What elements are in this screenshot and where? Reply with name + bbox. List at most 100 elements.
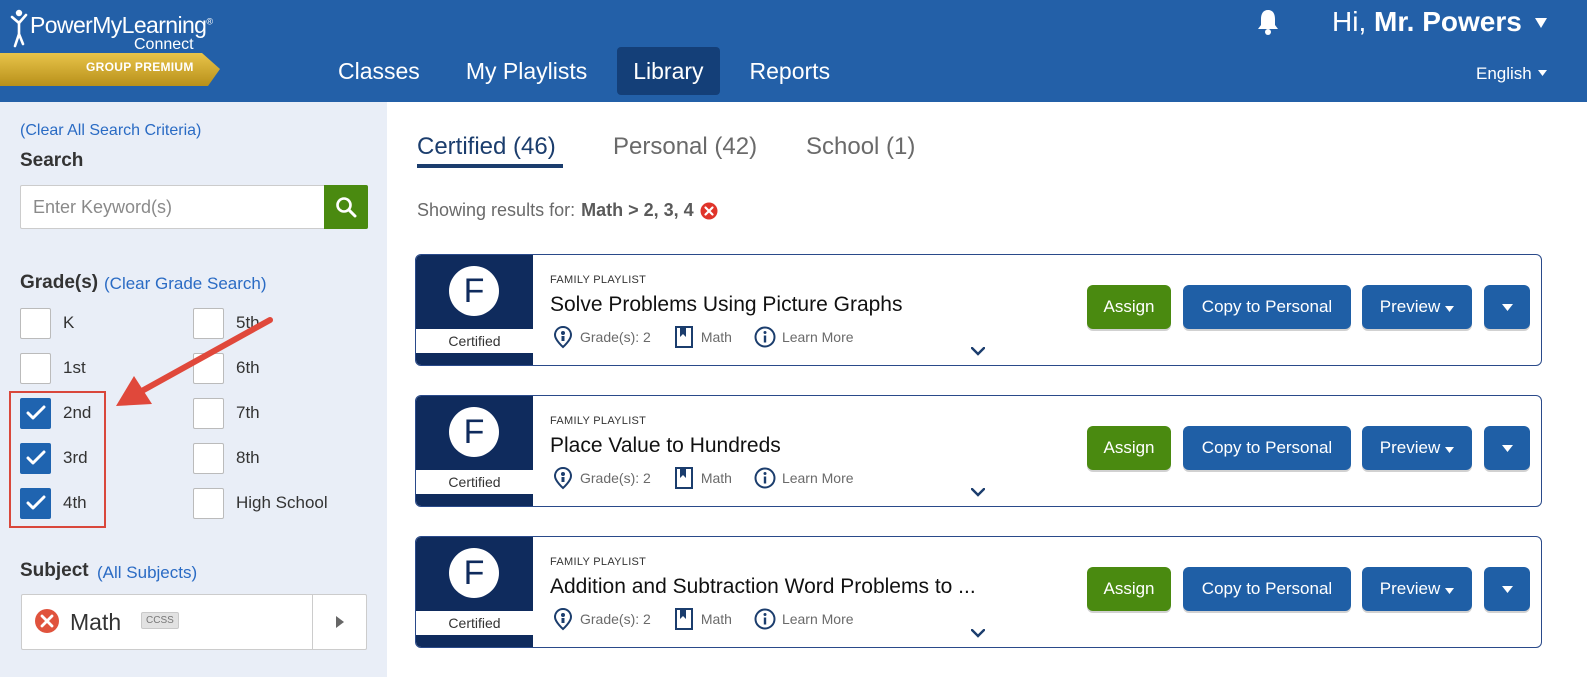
grade-text: Grade(s): 2 (580, 611, 651, 627)
bookmark-icon (674, 608, 693, 630)
all-subjects-link[interactable]: (All Subjects) (97, 563, 197, 583)
learn-more-link[interactable]: Learn More (782, 329, 854, 345)
subject-text: Math (700, 611, 732, 627)
playlist-card[interactable]: F Certified FAMILY PLAYLIST Addition and… (415, 536, 1542, 648)
caret-down-icon (1445, 446, 1455, 453)
caret-down-icon (1501, 303, 1513, 311)
playlist-badge: F Certified (416, 255, 533, 365)
checkbox[interactable] (193, 352, 224, 384)
more-options-button[interactable] (1484, 426, 1530, 470)
grade-checkbox-high-school[interactable]: High School (193, 487, 328, 519)
checkbox[interactable] (193, 397, 224, 429)
playlist-type: FAMILY PLAYLIST (550, 556, 647, 568)
badge-letter: F (449, 266, 499, 316)
subject-heading: Subject (20, 560, 89, 581)
preview-button[interactable]: Preview (1362, 426, 1472, 470)
results-summary: Showing results for: Math > 2, 3, 4 (417, 200, 718, 221)
grade-checkbox-7th[interactable]: 7th (193, 397, 260, 429)
caret-down-icon (1445, 305, 1455, 312)
badge-label: Certified (416, 470, 533, 494)
chevron-down-icon[interactable] (971, 347, 985, 356)
copy-to-personal-button[interactable]: Copy to Personal (1183, 567, 1351, 611)
badge-letter: F (449, 407, 499, 457)
nav-my-playlists[interactable]: My Playlists (450, 47, 603, 95)
grade-label: 6th (236, 358, 260, 377)
playlist-title[interactable]: Solve Problems Using Picture Graphs (550, 293, 902, 317)
nav-library[interactable]: Library (617, 47, 720, 95)
user-greeting[interactable]: Hi, Mr. Powers (1332, 6, 1522, 38)
chevron-down-icon[interactable] (971, 488, 985, 497)
learn-more-link[interactable]: Learn More (782, 470, 854, 486)
nav-classes[interactable]: Classes (322, 47, 436, 95)
subject-value: Math (70, 609, 122, 635)
search-button[interactable] (324, 185, 368, 229)
checkbox[interactable] (193, 442, 224, 474)
tab-personal[interactable]: Personal (42) (613, 133, 757, 161)
grade-text: Grade(s): 2 (580, 470, 651, 486)
playlist-card[interactable]: F Certified FAMILY PLAYLIST Solve Proble… (415, 254, 1542, 366)
assign-button[interactable]: Assign (1087, 426, 1171, 470)
copy-to-personal-button[interactable]: Copy to Personal (1183, 285, 1351, 329)
grade-checkbox-k[interactable]: K (20, 307, 74, 339)
user-menu-caret-icon[interactable] (1535, 18, 1547, 28)
annotation-highlight-box (9, 391, 106, 528)
badge-letter: F (449, 548, 499, 598)
tab-school[interactable]: School (1) (806, 133, 915, 161)
subject-selector[interactable]: Math CCSS (21, 594, 367, 650)
grade-checkbox-1st[interactable]: 1st (20, 352, 86, 384)
chevron-right-icon[interactable] (336, 616, 344, 628)
checkbox[interactable] (193, 487, 224, 519)
grade-checkbox-5th[interactable]: 5th (193, 307, 260, 339)
bookmark-icon (674, 326, 693, 348)
more-options-button[interactable] (1484, 285, 1530, 329)
main-nav: Classes My Playlists Library Reports (322, 47, 860, 95)
language-caret-icon[interactable] (1538, 70, 1547, 76)
assign-button[interactable]: Assign (1087, 567, 1171, 611)
clear-filter-icon[interactable] (700, 202, 718, 220)
preview-button[interactable]: Preview (1362, 567, 1472, 611)
learn-more-link[interactable]: Learn More (782, 611, 854, 627)
preview-button[interactable]: Preview (1362, 285, 1472, 329)
caret-down-icon (1445, 587, 1455, 594)
nav-reports[interactable]: Reports (734, 47, 847, 95)
assign-button[interactable]: Assign (1087, 285, 1171, 329)
caret-down-icon (1501, 444, 1513, 452)
standards-tag: CCSS (141, 612, 179, 629)
playlist-card[interactable]: F Certified FAMILY PLAYLIST Place Value … (415, 395, 1542, 507)
grade-pin-icon (553, 325, 573, 349)
tab-certified[interactable]: Certified (46) (417, 133, 556, 161)
checkbox[interactable] (193, 307, 224, 339)
clear-grade-search-link[interactable]: (Clear Grade Search) (104, 274, 267, 294)
checkbox[interactable] (20, 352, 51, 384)
active-tab-underline (417, 164, 563, 168)
grade-label: 5th (236, 313, 260, 332)
info-icon[interactable] (754, 607, 776, 631)
chevron-down-icon[interactable] (971, 629, 985, 638)
playlist-badge: F Certified (416, 537, 533, 647)
playlist-meta: Grade(s): 2 Math Learn More (552, 466, 854, 490)
bell-icon[interactable] (1256, 8, 1280, 36)
grade-label: 1st (63, 358, 86, 377)
language-selector[interactable]: English (1476, 64, 1532, 84)
grade-checkbox-6th[interactable]: 6th (193, 352, 260, 384)
subject-text: Math (700, 329, 732, 345)
keyword-search-input[interactable] (20, 185, 325, 229)
copy-to-personal-button[interactable]: Copy to Personal (1183, 426, 1351, 470)
grade-label: 8th (236, 448, 260, 467)
grade-checkbox-8th[interactable]: 8th (193, 442, 260, 474)
playlist-type: FAMILY PLAYLIST (550, 415, 647, 427)
grade-pin-icon (553, 466, 573, 490)
more-options-button[interactable] (1484, 567, 1530, 611)
playlist-title[interactable]: Addition and Subtraction Word Problems t… (550, 575, 976, 599)
info-icon[interactable] (754, 325, 776, 349)
clear-all-search-link[interactable]: (Clear All Search Criteria) (20, 122, 201, 140)
remove-subject-icon[interactable] (34, 608, 60, 634)
bookmark-icon (674, 467, 693, 489)
checkbox[interactable] (20, 307, 51, 339)
caret-down-icon (1501, 585, 1513, 593)
premium-ribbon-label: GROUP PREMIUM (86, 60, 194, 74)
grade-label: High School (236, 493, 328, 512)
info-icon[interactable] (754, 466, 776, 490)
top-header: PowerMyLearning® Connect GROUP PREMIUM C… (0, 0, 1587, 102)
playlist-title[interactable]: Place Value to Hundreds (550, 434, 781, 458)
